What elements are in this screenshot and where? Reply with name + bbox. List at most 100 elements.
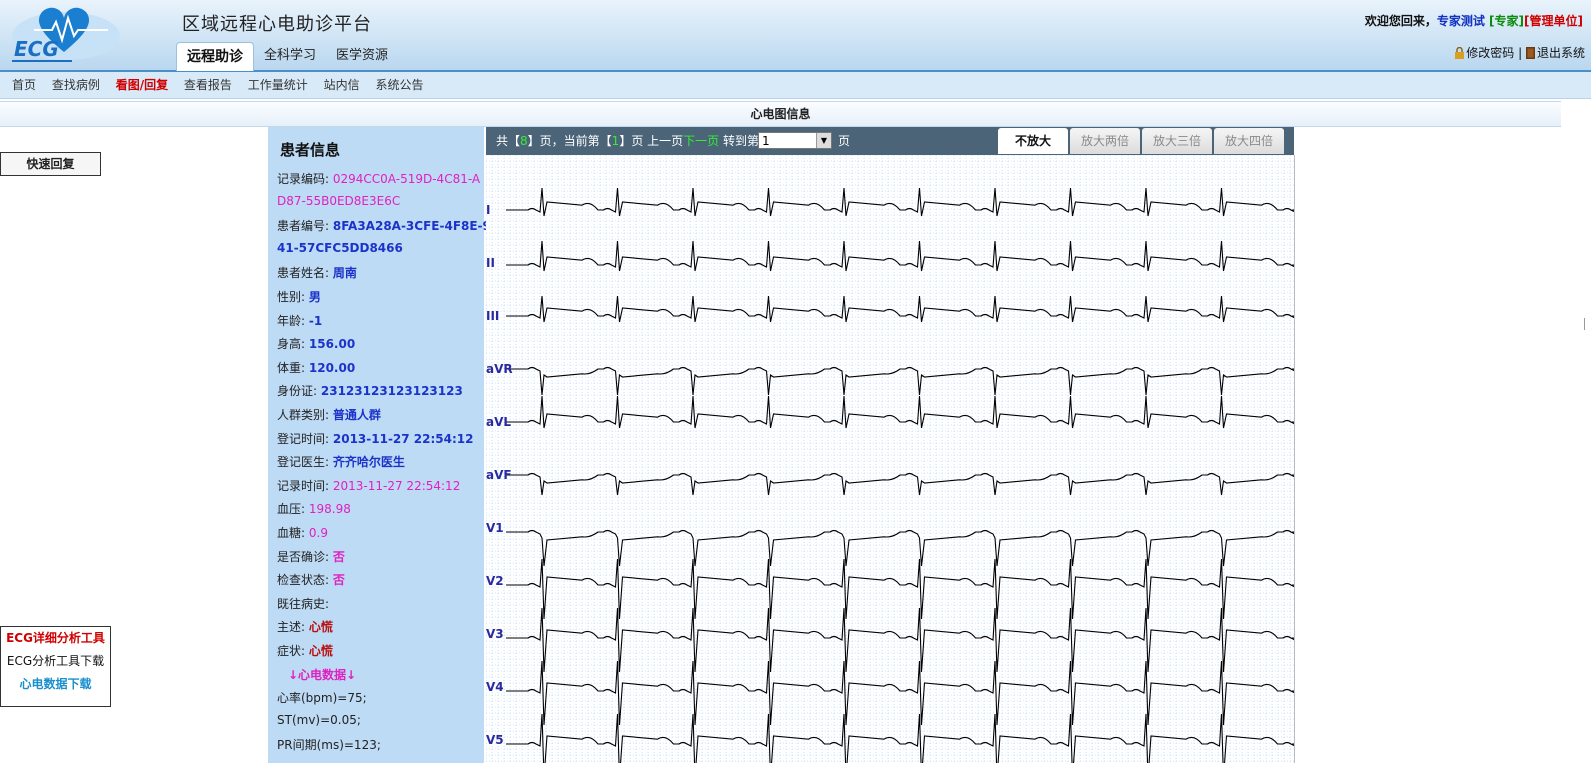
patient-field-row: 患者编号: 8FA3A28A-3CFE-4F8E-91 — [277, 217, 499, 234]
pager-bar: 共【8】页，当前第【 1 】页 上一页下一页 转到第 1 ▼ 页 不放大 放大两倍 … — [486, 127, 1294, 155]
logout-link[interactable]: 退出系统 — [1537, 46, 1585, 60]
patient-field-label: 既往病史: — [277, 596, 330, 611]
ecg-detail-tool-link[interactable]: ECG详细分析工具 — [1, 627, 110, 650]
patient-field-value: ST(mv)=0.05; — [277, 712, 361, 727]
patient-field-value: 8FA3A28A-3CFE-4F8E-91 — [332, 219, 500, 234]
total-prefix: 共【 — [496, 134, 521, 148]
lead-label: III — [486, 309, 500, 323]
patient-field-label: 症状: — [277, 644, 306, 658]
welcome-prefix: 欢迎您回来， — [1364, 14, 1437, 28]
main-tabs: 远程助诊 全科学习 医学资源 — [176, 42, 398, 71]
zoom-3x-button[interactable]: 放大三倍 — [1142, 128, 1212, 154]
unit-label: [管理单位] — [1524, 14, 1583, 28]
patient-field-label: 血压: — [277, 502, 306, 517]
patient-field-value: ↓心电数据↓ — [288, 667, 357, 682]
patient-field-row: 检查状态: 否 — [277, 571, 345, 588]
patient-field-label: 患者编号: — [277, 219, 330, 234]
patient-field-row: 身份证: 23123123123123123 — [277, 382, 463, 399]
patient-field-row: 主述: 心慌 — [277, 618, 333, 635]
zoom-none-button[interactable]: 不放大 — [998, 128, 1068, 154]
patient-field-label: 人群类别: — [277, 408, 330, 422]
patient-field-label: 身份证: — [277, 384, 318, 399]
patient-field-value: 0.9 — [308, 526, 328, 540]
tab-general-learning[interactable]: 全科学习 — [254, 42, 326, 70]
patient-field-value: 否 — [332, 549, 345, 564]
lead-label: V4 — [486, 680, 504, 694]
current-suffix: 】页 — [619, 134, 644, 148]
patient-field-row: 41-57CFC5DD8466 — [277, 241, 403, 255]
patient-field-value: 普通人群 — [332, 408, 381, 422]
patient-field-value: 0294CC0A-519D-4C81-A — [332, 172, 481, 186]
ecg-tool-download-link[interactable]: ECG分析工具下载 — [1, 650, 110, 673]
tab-medical-resources[interactable]: 医学资源 — [326, 42, 398, 70]
zoom-2x-button[interactable]: 放大两倍 — [1070, 128, 1140, 154]
patient-field-row: 血糖: 0.9 — [277, 524, 328, 541]
patient-field-label: 患者姓名: — [277, 266, 330, 281]
user-name[interactable]: 专家测试 — [1437, 14, 1485, 28]
subnav-workload-stats[interactable]: 工作量统计 — [248, 72, 308, 98]
ecg-logo: ECG — [12, 7, 120, 62]
lead-label: V5 — [486, 733, 504, 747]
pager-text: 共【8】页，当前第【1】页 上一页下一页 转到第 — [496, 127, 759, 155]
ecg-trace-V2 — [506, 558, 1294, 620]
patient-field-value: 心慌 — [308, 620, 333, 635]
patient-field-value: 2013-11-27 22:54:12 — [332, 478, 461, 493]
lead-label: aVL — [486, 415, 512, 429]
exit-door-icon — [1525, 47, 1535, 59]
sub-navigation: 首页 查找病例 看图/回复 查看报告 工作量统计 站内信 系统公告 — [0, 72, 1591, 99]
patient-info-panel: 患者信息 记录编码: 0294CC0A-519D-4C81-A D87-55B0E… — [268, 127, 499, 763]
quick-reply-button[interactable]: 快速回复 — [0, 152, 101, 176]
change-password-link[interactable]: 修改密码 — [1466, 46, 1514, 60]
ecg-trace-I — [506, 187, 1294, 217]
patient-field-value: 23123123123123123 — [320, 384, 463, 399]
next-page-link[interactable]: 下一页 — [683, 134, 719, 148]
ecg-data-download-link[interactable]: 心电数据下载 — [1, 673, 110, 696]
patient-field-row: 登记医生: 齐齐哈尔医生 — [277, 453, 405, 470]
link-separator: | — [1518, 46, 1523, 60]
tools-box: ECG详细分析工具 ECG分析工具下载 心电数据下载 — [0, 626, 111, 707]
patient-field-label: 是否确诊: — [277, 549, 330, 564]
logo-text: ECG — [14, 37, 59, 61]
patient-field-row: 性别: 男 — [277, 288, 321, 305]
patient-field-row: 血压: 198.98 — [277, 500, 351, 517]
patient-field-label: 登记医生: — [277, 455, 330, 470]
welcome-text: 欢迎您回来，专家测试 [专家][管理单位] — [1365, 12, 1583, 29]
subnav-messages[interactable]: 站内信 — [324, 72, 360, 98]
total-suffix: 】页，当前第【 — [527, 134, 612, 148]
subnav-announcements[interactable]: 系统公告 — [375, 72, 423, 98]
patient-info-title: 患者信息 — [280, 141, 341, 159]
top-links: 修改密码 | 退出系统 — [1455, 44, 1585, 61]
subnav-find-cases[interactable]: 查找病例 — [52, 72, 100, 98]
ecg-waveform — [486, 155, 1294, 763]
tab-remote-diagnosis[interactable]: 远程助诊 — [176, 42, 254, 71]
subnav-home[interactable]: 首页 — [12, 72, 36, 98]
patient-field-value: D87-55B0ED8E3E6C — [277, 193, 401, 208]
zoom-tabs: 不放大 放大两倍 放大三倍 放大四倍 — [998, 128, 1286, 154]
dropdown-arrow-icon: ▼ — [816, 133, 831, 148]
total-pages: 8 — [520, 134, 528, 148]
scrollbar-edge[interactable] — [1584, 318, 1591, 330]
patient-field-label: 记录编码: — [277, 172, 330, 186]
lock-icon — [1455, 46, 1465, 59]
patient-field-row: 是否确诊: 否 — [277, 548, 345, 565]
zoom-4x-button[interactable]: 放大四倍 — [1214, 128, 1284, 154]
subnav-view-report[interactable]: 查看报告 — [184, 72, 232, 98]
patient-field-value: 心率(bpm)=75; — [277, 691, 367, 706]
patient-field-value: 周南 — [332, 266, 357, 281]
header: ECG 区域远程心电助诊平台 远程助诊 全科学习 医学资源 欢迎您回来，专家测试… — [0, 0, 1591, 72]
site-title: 区域远程心电助诊平台 — [182, 14, 372, 35]
patient-field-label: 检查状态: — [277, 573, 330, 588]
subnav-view-reply[interactable]: 看图/回复 — [116, 72, 168, 98]
patient-field-label: 记录时间: — [277, 478, 330, 493]
patient-field-row: D87-55B0ED8E3E6C — [277, 194, 400, 208]
page-suffix: 页 — [838, 134, 851, 148]
patient-field-row: ST(mv)=0.05; — [277, 713, 361, 727]
role-label: [专家] — [1489, 14, 1525, 28]
patient-field-row: 心率(bpm)=75; — [277, 689, 367, 706]
lead-label: V1 — [486, 521, 504, 535]
patient-field-row: 年龄: -1 — [277, 312, 322, 329]
lead-label: aVF — [486, 468, 512, 482]
patient-field-row: ↓心电数据↓ — [288, 666, 356, 683]
page-select[interactable]: 1 ▼ — [758, 132, 832, 149]
prev-page-link[interactable]: 上一页 — [647, 134, 683, 148]
